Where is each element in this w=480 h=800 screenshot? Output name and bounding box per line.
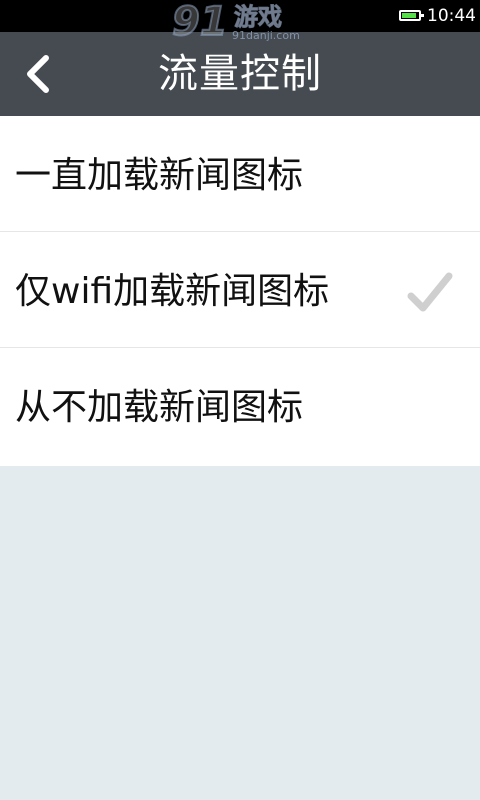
watermark-number: 91 — [171, 0, 229, 45]
battery-tip — [421, 14, 424, 17]
watermark-logo: 91 游戏 91danji.com — [171, 0, 312, 50]
option-list: 一直加载新闻图标 仅wifi加载新闻图标 从不加载新闻图标 — [0, 116, 480, 466]
watermark-url: 91danji.com — [232, 29, 300, 42]
battery-level-fill — [402, 13, 416, 18]
option-always-load[interactable]: 一直加载新闻图标 — [0, 116, 480, 232]
chevron-left-icon — [27, 55, 49, 93]
status-clock: 10:44 — [427, 6, 476, 26]
option-label: 仅wifi加载新闻图标 — [15, 271, 330, 312]
option-label: 一直加载新闻图标 — [15, 155, 304, 196]
battery-icon — [399, 10, 424, 21]
watermark-text: 游戏 — [234, 3, 283, 32]
checkmark-icon — [405, 268, 455, 318]
option-never-load[interactable]: 从不加载新闻图标 — [0, 348, 480, 466]
option-label: 从不加载新闻图标 — [15, 387, 304, 428]
back-button[interactable] — [14, 50, 62, 98]
option-wifi-only[interactable]: 仅wifi加载新闻图标 — [0, 232, 480, 348]
